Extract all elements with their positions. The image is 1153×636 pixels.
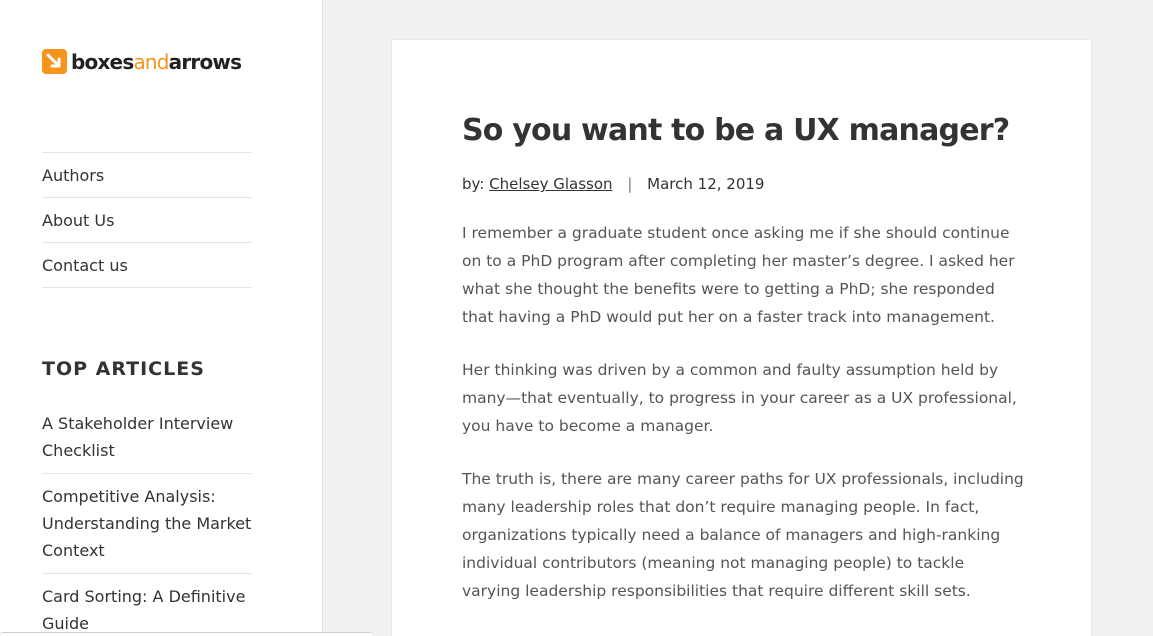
- post-paragraph: Her thinking was driven by a common and …: [462, 361, 1017, 435]
- post-body: I remember a graduate student once askin…: [462, 219, 1027, 630]
- nav-item-about-us[interactable]: About Us: [42, 198, 252, 243]
- article-link[interactable]: Card Sorting: A Definitive Guide: [42, 583, 252, 636]
- meta-separator: |: [627, 175, 633, 193]
- post-card: So you want to be a UX manager? by: Chel…: [391, 39, 1092, 636]
- article-link[interactable]: Competitive Analysis: Understanding the …: [42, 483, 252, 574]
- logo-text: boxesandarrows: [71, 49, 242, 74]
- top-articles-list: A Stakeholder Interview Checklist Compet…: [42, 410, 252, 636]
- article-link[interactable]: A Stakeholder Interview Checklist: [42, 410, 252, 474]
- sidebar: boxesandarrows Authors About Us Contact …: [0, 0, 323, 636]
- post-meta: by: Chelsey Glasson | March 12, 2019: [462, 175, 764, 193]
- nav-item-authors[interactable]: Authors: [42, 153, 252, 198]
- post-date: March 12, 2019: [647, 175, 765, 193]
- sidebar-nav: Authors About Us Contact us: [42, 152, 252, 288]
- post-title: So you want to be a UX manager?: [462, 113, 1010, 148]
- site-logo[interactable]: boxesandarrows: [42, 49, 242, 74]
- post-paragraph: I remember a graduate student once askin…: [462, 224, 1015, 326]
- bottom-panel-edge: [0, 632, 372, 636]
- top-articles-heading: TOP ARTICLES: [42, 358, 205, 380]
- by-label: by:: [462, 175, 485, 193]
- author-link[interactable]: Chelsey Glasson: [489, 175, 612, 193]
- nav-item-contact-us[interactable]: Contact us: [42, 243, 252, 288]
- post-paragraph: The truth is, there are many career path…: [462, 470, 1024, 600]
- arrow-logo-icon: [42, 49, 67, 74]
